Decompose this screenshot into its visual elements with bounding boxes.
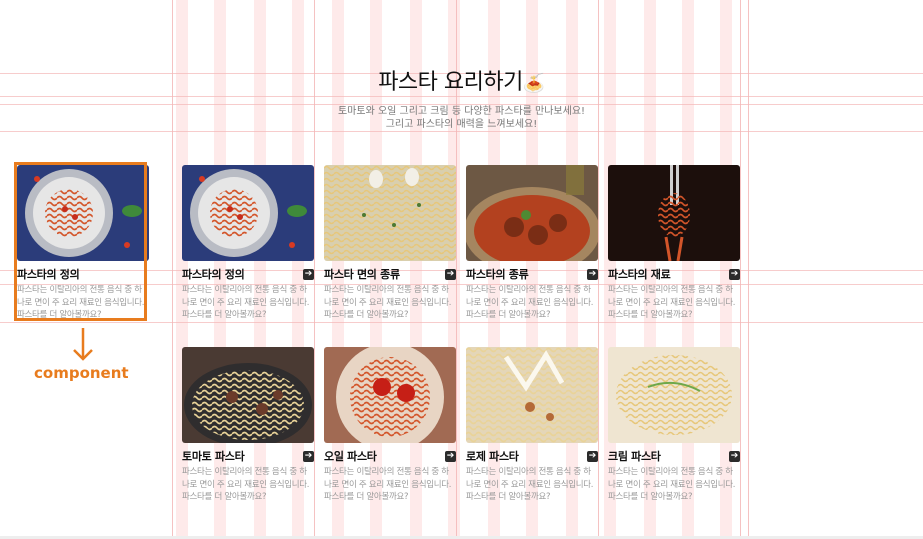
card-title: 토마토 파스타 bbox=[182, 450, 245, 463]
card-oil-pasta[interactable]: 오일 파스타 ➔ 파스타는 이탈리아의 전통 음식 중 하나로 면이 주 요리 … bbox=[324, 347, 456, 504]
arrow-down-icon bbox=[73, 328, 93, 361]
card-header-row: 파스타의 정의 ➔ bbox=[182, 267, 314, 281]
page-description-line: 토마토와 오일 그리고 크림 등 다양한 파스타를 만나보세요! bbox=[337, 106, 586, 117]
card-image bbox=[466, 347, 598, 443]
card-header-row: 크림 파스타 ➔ bbox=[608, 449, 740, 463]
card-header-row: 파스타의 종류 ➔ bbox=[466, 267, 598, 281]
grid-guide-line bbox=[0, 131, 923, 132]
card-header-row: 파스타의 재료 ➔ bbox=[608, 267, 740, 281]
card-pasta-ingredients[interactable]: 파스타의 재료 ➔ 파스타는 이탈리아의 전통 음식 중 하나로 면이 주 요리… bbox=[608, 165, 740, 322]
component-highlight-frame bbox=[14, 162, 147, 321]
card-cream-pasta[interactable]: 크림 파스타 ➔ 파스타는 이탈리아의 전통 음식 중 하나로 면이 주 요리 … bbox=[608, 347, 740, 504]
card-description: 파스타는 이탈리아의 전통 음식 중 하나로 면이 주 요리 재료인 음식입니다… bbox=[608, 467, 736, 502]
arrow-right-icon[interactable]: ➔ bbox=[303, 268, 314, 280]
card-description: 파스타는 이탈리아의 전통 음식 중 하나로 면이 주 요리 재료인 음식입니다… bbox=[182, 467, 310, 502]
pasta-emoji-icon: 🍝 bbox=[522, 73, 545, 94]
card-header-row: 토마토 파스타 ➔ bbox=[182, 449, 314, 463]
card-header-row: 오일 파스타 ➔ bbox=[324, 449, 456, 463]
card-title: 파스타의 종류 bbox=[466, 268, 529, 281]
arrow-right-icon[interactable]: ➔ bbox=[729, 450, 740, 462]
card-description: 파스타는 이탈리아의 전통 음식 중 하나로 면이 주 요리 재료인 음식입니다… bbox=[182, 285, 310, 320]
arrow-right-icon[interactable]: ➔ bbox=[587, 450, 598, 462]
card-rose-pasta[interactable]: 로제 파스타 ➔ 파스타는 이탈리아의 전통 음식 중 하나로 면이 주 요리 … bbox=[466, 347, 598, 504]
arrow-right-icon[interactable]: ➔ bbox=[729, 268, 740, 280]
card-image bbox=[608, 347, 740, 443]
card-image bbox=[608, 165, 740, 261]
card-header-row: 로제 파스타 ➔ bbox=[466, 449, 598, 463]
card-image bbox=[182, 347, 314, 443]
grid-guide-line bbox=[0, 322, 923, 323]
card-image bbox=[324, 347, 456, 443]
card-description: 파스타는 이탈리아의 전통 음식 중 하나로 면이 주 요리 재료인 음식입니다… bbox=[466, 285, 594, 320]
page-description: 토마토와 오일 그리고 크림 등 다양한 파스타를 만나보세요! 그리고 파스타… bbox=[0, 105, 923, 131]
card-title: 파스타의 정의 bbox=[182, 268, 245, 281]
page-title: 파스타 요리하기🍝 bbox=[0, 66, 923, 101]
card-description: 파스타는 이탈리아의 전통 음식 중 하나로 면이 주 요리 재료인 음식입니다… bbox=[324, 285, 452, 320]
arrow-right-icon[interactable]: ➔ bbox=[445, 268, 456, 280]
card-noodle-types[interactable]: 파스타 면의 종류 ➔ 파스타는 이탈리아의 전통 음식 중 하나로 면이 주 … bbox=[324, 165, 456, 322]
card-description: 파스타는 이탈리아의 전통 음식 중 하나로 면이 주 요리 재료인 음식입니다… bbox=[324, 467, 452, 502]
card-title: 로제 파스타 bbox=[466, 450, 519, 463]
card-description: 파스타는 이탈리아의 전통 음식 중 하나로 면이 주 요리 재료인 음식입니다… bbox=[466, 467, 594, 502]
arrow-right-icon[interactable]: ➔ bbox=[445, 450, 456, 462]
card-image bbox=[466, 165, 598, 261]
page-title-text: 파스타 요리하기 bbox=[378, 70, 523, 95]
card-pasta-definition[interactable]: 파스타의 정의 ➔ 파스타는 이탈리아의 전통 음식 중 하나로 면이 주 요리… bbox=[182, 165, 314, 322]
card-title: 크림 파스타 bbox=[608, 450, 661, 463]
card-title: 파스타의 재료 bbox=[608, 268, 671, 281]
card-header-row: 파스타 면의 종류 ➔ bbox=[324, 267, 456, 281]
card-title: 파스타 면의 종류 bbox=[324, 268, 400, 281]
page-header: 파스타 요리하기🍝 토마토와 오일 그리고 크림 등 다양한 파스타를 만나보세… bbox=[0, 66, 923, 131]
card-description: 파스타는 이탈리아의 전통 음식 중 하나로 면이 주 요리 재료인 음식입니다… bbox=[608, 285, 736, 320]
card-image bbox=[324, 165, 456, 261]
card-title: 오일 파스타 bbox=[324, 450, 377, 463]
component-label: component bbox=[34, 364, 129, 382]
card-image bbox=[182, 165, 314, 261]
card-pasta-types[interactable]: 파스타의 종류 ➔ 파스타는 이탈리아의 전통 음식 중 하나로 면이 주 요리… bbox=[466, 165, 598, 322]
arrow-right-icon[interactable]: ➔ bbox=[303, 450, 314, 462]
card-tomato-pasta[interactable]: 토마토 파스타 ➔ 파스타는 이탈리아의 전통 음식 중 하나로 면이 주 요리… bbox=[182, 347, 314, 504]
arrow-right-icon[interactable]: ➔ bbox=[587, 268, 598, 280]
page-description-line: 그리고 파스타의 매력을 느껴보세요! bbox=[385, 119, 538, 130]
